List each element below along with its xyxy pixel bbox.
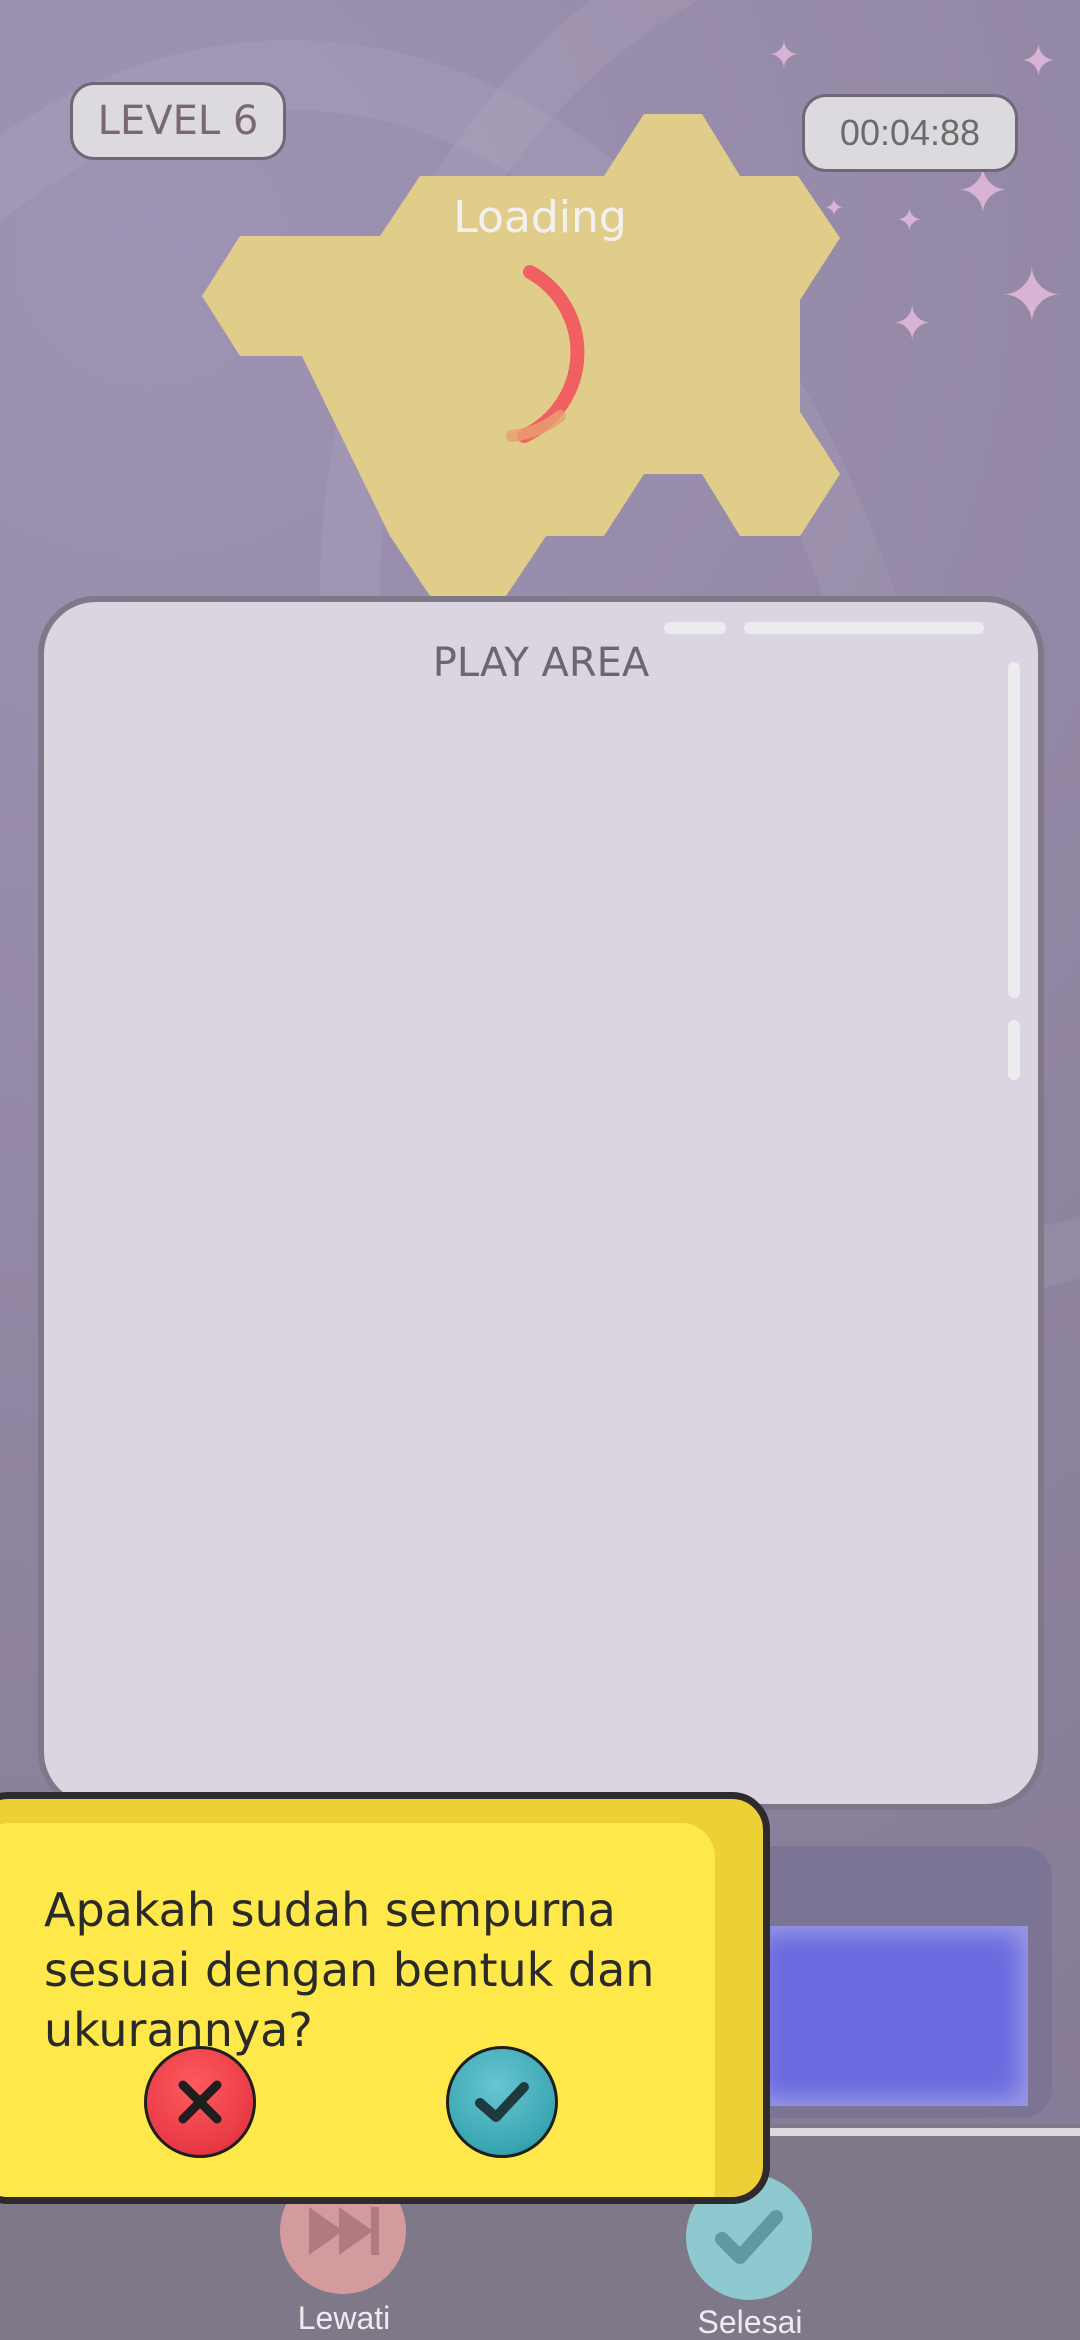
frame-highlight: [1008, 1020, 1020, 1080]
no-button[interactable]: [144, 2046, 256, 2158]
close-icon: [178, 2080, 222, 2124]
game-screen: ✦ ✦ ✦ ✦ ✦ ✦ ✦ LEVEL 6 00:04:88 Loading P…: [0, 0, 1080, 2340]
confirm-question: Apakah sudah sempurna sesuai dengan bent…: [44, 1883, 655, 2057]
play-area-title: PLAY AREA: [432, 640, 650, 686]
divider: [740, 2128, 1080, 2136]
frame-highlight: [744, 622, 984, 634]
target-shape: [202, 114, 840, 596]
loading-label: Loading: [453, 192, 627, 243]
progress-panel: [752, 1926, 1028, 2106]
skip-label: Lewati: [297, 2300, 391, 2336]
done-label: Selesai: [697, 2304, 803, 2340]
check-icon: [475, 2082, 529, 2122]
frame-highlight: [664, 622, 726, 634]
play-area[interactable]: PLAY AREA: [38, 596, 1044, 1810]
frame-highlight: [1008, 662, 1020, 998]
fast-forward-icon: [309, 2207, 379, 2255]
hexagon-shape: [202, 114, 840, 596]
check-icon: [715, 2210, 783, 2264]
yes-button[interactable]: [446, 2046, 558, 2158]
